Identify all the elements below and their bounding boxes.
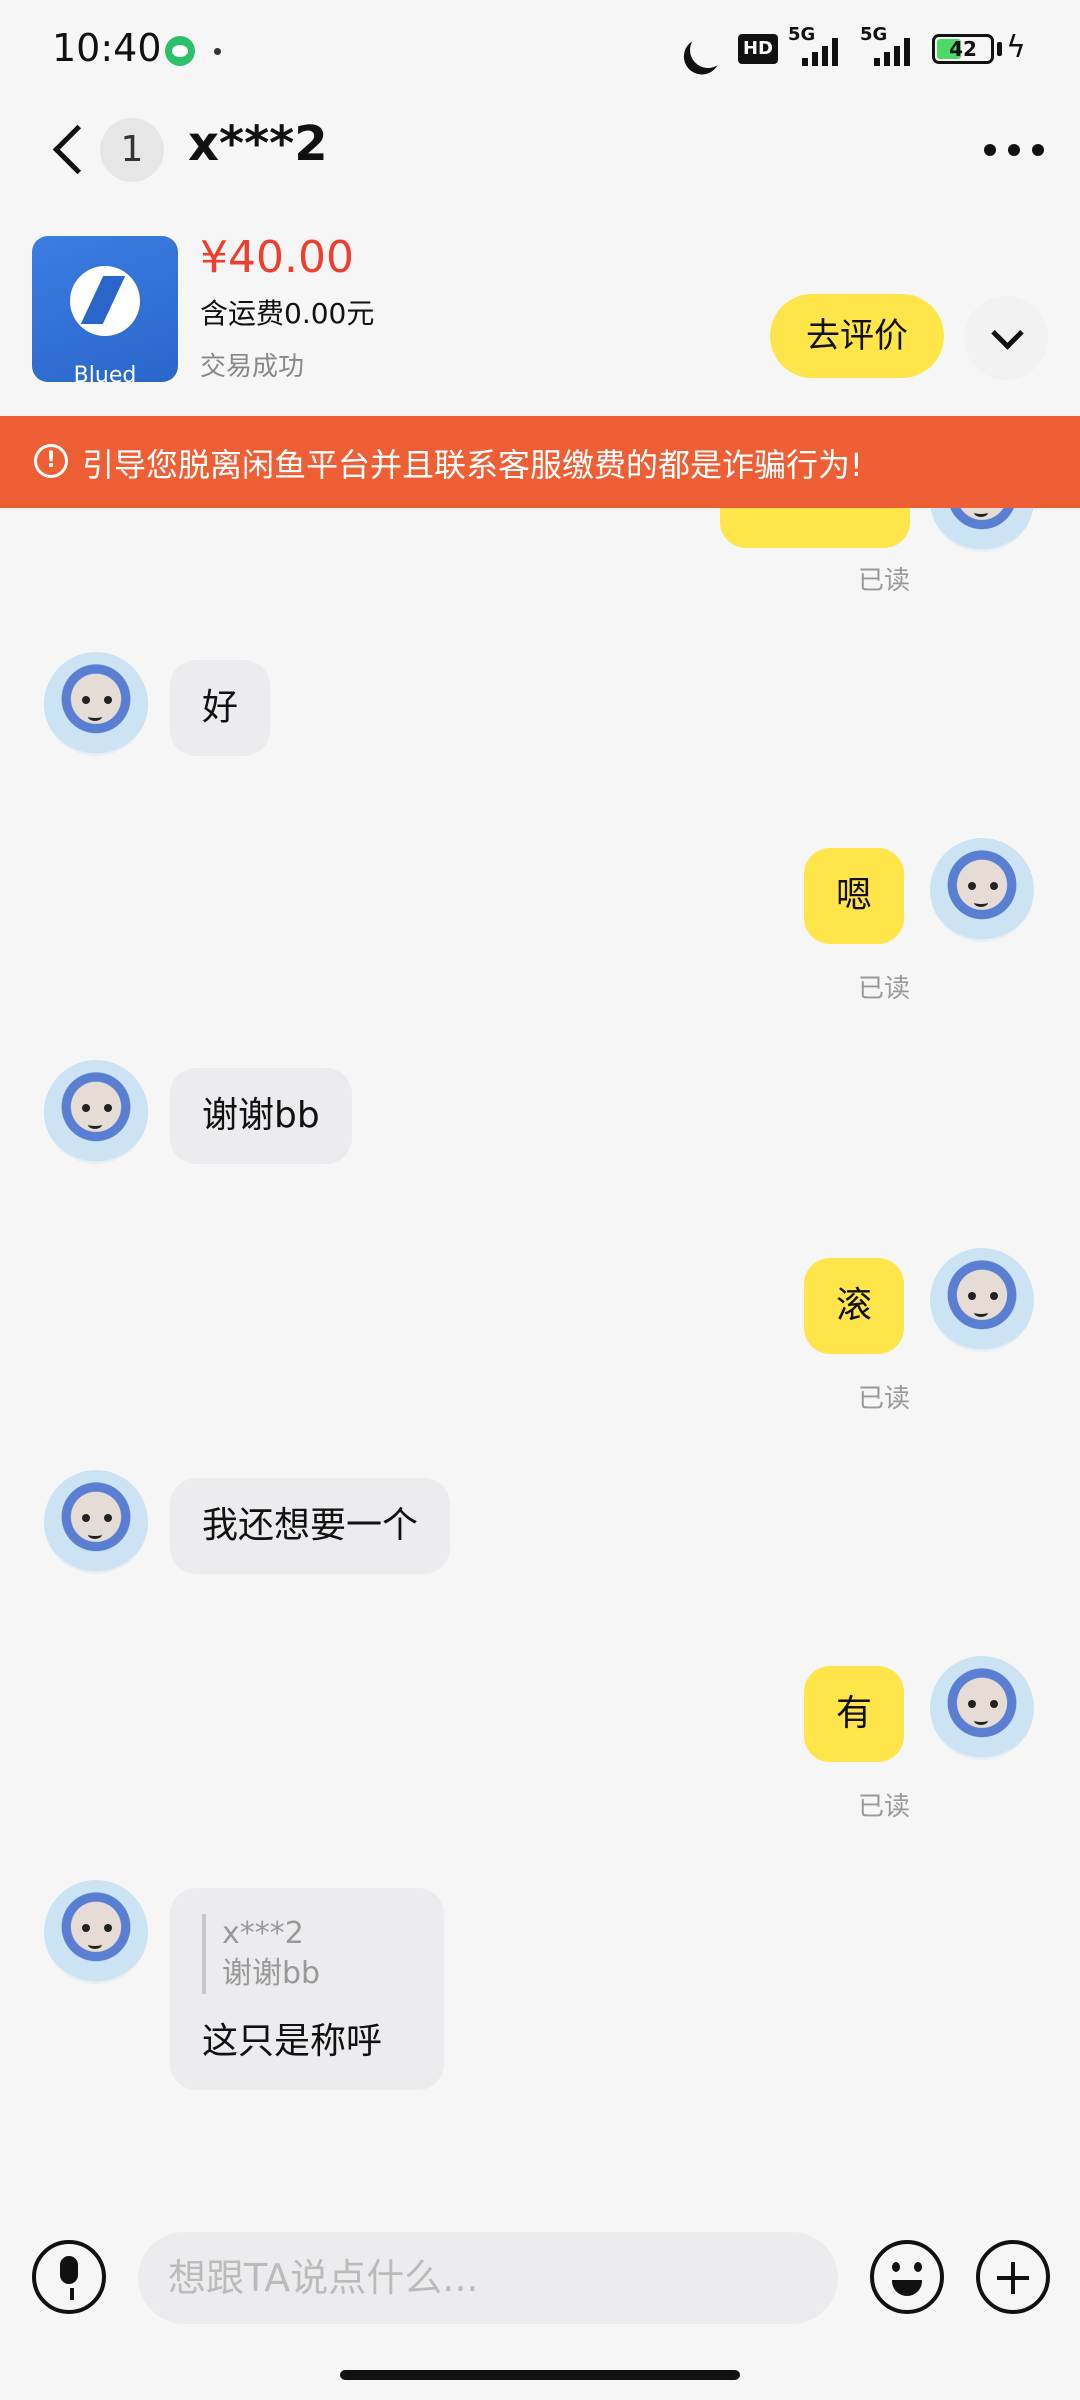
- message-input[interactable]: 想跟TA说点什么...: [138, 2232, 838, 2324]
- product-price: ¥40.00: [200, 232, 354, 283]
- warning-banner: ! 引导您脱离闲鱼平台并且联系客服缴费的都是诈骗行为!: [0, 416, 1080, 508]
- chevron-down-icon[interactable]: [964, 296, 1048, 380]
- my-avatar[interactable]: [930, 1248, 1034, 1352]
- review-button[interactable]: 去评价: [770, 294, 944, 378]
- warning-icon: !: [34, 444, 68, 478]
- emoji-icon[interactable]: [870, 2240, 944, 2314]
- read-status: 已读: [858, 566, 911, 596]
- my-avatar[interactable]: [930, 508, 1034, 552]
- status-time: 10:40: [52, 26, 162, 70]
- transaction-status: 交易成功: [200, 352, 305, 382]
- chat-title: x***2: [188, 116, 328, 172]
- status-bar: 10:40 HD 5G 5G 42 ϟ: [0, 0, 1080, 96]
- thumbnail-brand: Blued: [73, 363, 137, 382]
- moon-icon: [685, 27, 731, 73]
- my-avatar[interactable]: [930, 838, 1034, 942]
- product-thumbnail[interactable]: Blued: [32, 236, 178, 382]
- message-bubble-partial[interactable]: [720, 508, 910, 548]
- unread-count-badge[interactable]: 1: [100, 118, 164, 182]
- read-status: 已读: [858, 1384, 911, 1414]
- charging-icon: ϟ: [1006, 30, 1026, 65]
- product-shipping: 含运费0.00元: [200, 297, 375, 330]
- message-bubble-outgoing[interactable]: 嗯: [804, 848, 905, 944]
- app-logo-icon: [70, 266, 140, 336]
- notification-dot: [214, 48, 221, 55]
- read-status: 已读: [858, 1792, 911, 1822]
- plus-icon[interactable]: [976, 2240, 1050, 2314]
- contact-avatar[interactable]: [44, 652, 148, 756]
- product-card[interactable]: Blued ¥40.00 含运费0.00元 交易成功 去评价: [0, 206, 1080, 416]
- signal-icon-2: [872, 34, 914, 66]
- wechat-icon: [165, 36, 195, 66]
- message-bubble-incoming[interactable]: 谢谢bb: [170, 1068, 352, 1164]
- message-bubble-incoming[interactable]: 我还想要一个: [170, 1478, 451, 1574]
- contact-avatar[interactable]: [44, 1470, 148, 1574]
- message-bubble-outgoing[interactable]: 有: [804, 1666, 905, 1762]
- signal-icon: [800, 34, 842, 66]
- message-bubble-incoming[interactable]: 好: [170, 660, 271, 756]
- message-text: 这只是称呼: [202, 2021, 383, 2062]
- battery-cap: [997, 42, 1002, 56]
- message-list[interactable]: 已读 好 嗯 已读 谢谢bb 滚 已读 我还想要一个 有 已读 x***2 谢谢…: [0, 508, 1080, 2208]
- contact-avatar[interactable]: [44, 1880, 148, 1984]
- hd-icon: HD: [738, 34, 778, 64]
- input-bar: 想跟TA说点什么...: [0, 2208, 1080, 2358]
- battery-icon: 42: [932, 34, 994, 64]
- quoted-author: x***2: [222, 1916, 304, 1951]
- my-avatar[interactable]: [930, 1656, 1034, 1760]
- quoted-text: 谢谢bb: [222, 1956, 321, 1991]
- back-icon[interactable]: [50, 126, 90, 176]
- microphone-icon[interactable]: [32, 2240, 106, 2314]
- nav-bar: 1 x***2: [0, 96, 1080, 206]
- read-status: 已读: [858, 974, 911, 1004]
- battery-level: 42: [949, 37, 977, 61]
- warning-text: 引导您脱离闲鱼平台并且联系客服缴费的都是诈骗行为!: [82, 446, 863, 484]
- home-indicator[interactable]: [340, 2370, 740, 2380]
- more-icon[interactable]: [984, 144, 1044, 156]
- message-bubble-quoted[interactable]: x***2 谢谢bb 这只是称呼: [170, 1888, 444, 2090]
- quoted-message[interactable]: x***2 谢谢bb: [202, 1914, 412, 1994]
- contact-avatar[interactable]: [44, 1060, 148, 1164]
- message-bubble-outgoing[interactable]: 滚: [804, 1258, 905, 1354]
